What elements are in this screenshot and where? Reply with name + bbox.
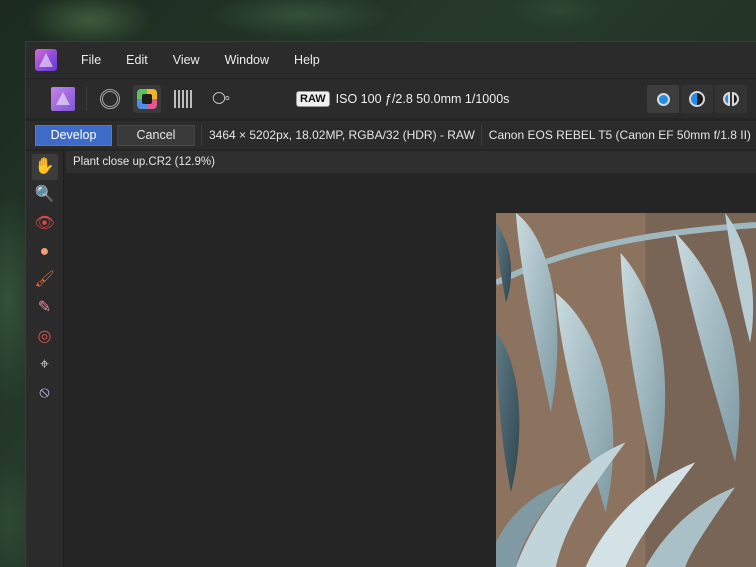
document-tab[interactable]: Plant close up.CR2 (12.9%) — [66, 151, 756, 173]
affinity-photo-window: File Edit View Window Help ⧂ RAW ISO 100… — [25, 41, 756, 567]
overlay-erase-tool[interactable]: ✎ — [32, 295, 58, 321]
develop-button[interactable]: Develop — [35, 124, 112, 146]
menu-bar: File Edit View Window Help — [26, 42, 756, 78]
overlay-gradient-tool[interactable]: ◎ — [32, 324, 58, 350]
develop-persona-button[interactable] — [133, 84, 161, 113]
view-tool[interactable]: ✋ — [31, 154, 58, 180]
tone-mapping-persona-button[interactable] — [170, 85, 198, 113]
red-eye-tool[interactable]: 👁 — [32, 211, 58, 237]
image-info: 3464 × 5202px, 18.02MP, RGBA/32 (HDR) - … — [209, 128, 475, 142]
liquify-persona-icon — [100, 88, 120, 109]
export-persona-button[interactable]: ⧂ — [207, 85, 235, 113]
menu-file[interactable]: File — [81, 53, 101, 67]
canvas-area[interactable] — [66, 173, 756, 567]
crop-icon: ⌖ — [39, 356, 49, 374]
single-view-button[interactable] — [647, 85, 679, 113]
gradient-target-icon: ◎ — [37, 327, 52, 345]
red-eye-icon: 👁 — [34, 214, 55, 232]
share-icon: ⧂ — [212, 88, 230, 108]
raw-badge: RAW — [296, 90, 330, 107]
cancel-button[interactable]: Cancel — [117, 124, 195, 146]
crop-tool[interactable]: ⌖ — [32, 352, 58, 378]
liquify-persona-button[interactable] — [96, 85, 124, 113]
context-divider — [201, 125, 202, 145]
context-toolbar: Develop Cancel 3464 × 5202px, 18.02MP, R… — [26, 121, 756, 149]
white-balance-tool[interactable]: ⦸ — [32, 380, 58, 406]
eraser-icon: ✎ — [37, 299, 52, 317]
document-tab-label: Plant close up.CR2 (12.9%) — [73, 156, 215, 168]
split-view-icon — [689, 91, 705, 107]
mirror-view-icon — [723, 92, 739, 106]
menu-help[interactable]: Help — [294, 53, 320, 67]
affinity-photo-logo-icon[interactable] — [35, 49, 57, 71]
toolbar-divider — [86, 86, 87, 111]
zoom-tool[interactable]: 🔍 — [32, 182, 58, 208]
context-divider — [480, 125, 482, 145]
tone-mapping-persona-icon — [174, 89, 194, 108]
white-balance-icon: ⦸ — [39, 384, 50, 402]
overlay-paint-tool[interactable]: 🖌 — [32, 267, 58, 293]
paint-brush-icon: 🖌 — [34, 271, 55, 289]
menu-view[interactable]: View — [173, 53, 200, 67]
hand-icon: ✋ — [34, 158, 55, 175]
tools-panel: ✋ 🔍 👁 ● 🖌 ✎ ◎ ⌖ ⦸ — [26, 151, 64, 567]
view-mode-group — [647, 85, 747, 113]
mirror-view-button[interactable] — [715, 85, 747, 113]
exif-info: ISO 100 ƒ/2.8 50.0mm 1/1000s — [335, 91, 510, 106]
menu-window[interactable]: Window — [225, 53, 269, 67]
bandage-icon: ● — [39, 242, 50, 260]
plant-photo — [496, 213, 756, 567]
blemish-removal-tool[interactable]: ● — [32, 239, 58, 265]
photo-canvas[interactable] — [496, 213, 756, 567]
zoom-icon: 🔍 — [34, 186, 55, 204]
single-view-icon — [656, 92, 670, 106]
toolbar: ⧂ RAW ISO 100 ƒ/2.8 50.0mm 1/1000s — [26, 78, 756, 118]
develop-persona-icon — [137, 88, 157, 109]
photo-persona-icon — [51, 86, 75, 111]
menu-edit[interactable]: Edit — [126, 53, 148, 67]
photo-persona-button[interactable] — [49, 85, 77, 113]
camera-info: Canon EOS REBEL T5 (Canon EF 50mm f/1.8 … — [488, 128, 751, 142]
split-view-button[interactable] — [681, 85, 713, 113]
